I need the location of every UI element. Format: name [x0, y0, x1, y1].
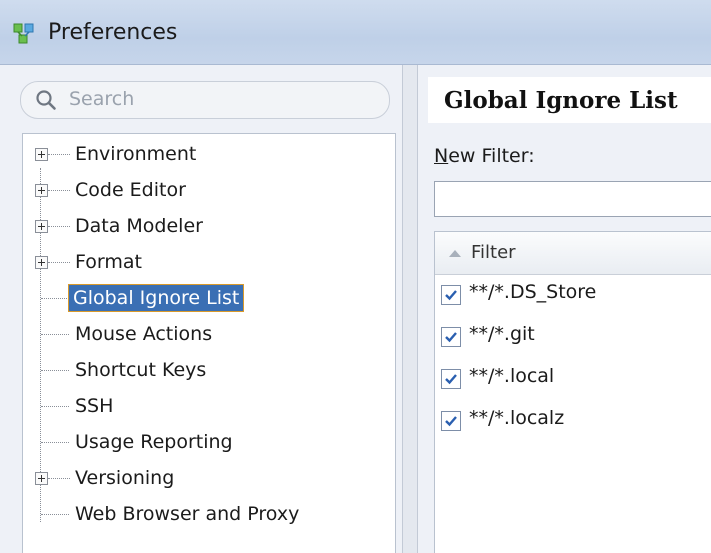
- tree-connector: [48, 478, 70, 479]
- settings-panel: Global Ignore List New Filter: Filter **…: [418, 65, 711, 553]
- search-icon: [35, 89, 57, 111]
- tree-item-code-editor[interactable]: Code Editor: [23, 174, 393, 208]
- tree-item-label: Usage Reporting: [75, 431, 233, 453]
- tree-item-global-ignore-list[interactable]: Global Ignore List: [23, 282, 393, 316]
- tree-connector: [48, 154, 70, 155]
- navigation-panel: Search Environment Code Editor Data Mode…: [0, 65, 402, 553]
- tree-item-data-modeler[interactable]: Data Modeler: [23, 210, 393, 244]
- expand-icon[interactable]: [35, 256, 48, 269]
- filter-pattern: **/*.DS_Store: [469, 281, 597, 303]
- preferences-tree[interactable]: Environment Code Editor Data Modeler For…: [22, 133, 396, 553]
- tree-item-label: Versioning: [75, 467, 175, 489]
- expand-icon[interactable]: [35, 148, 48, 161]
- tree-connector: [48, 226, 70, 227]
- new-filter-label: New Filter:: [434, 145, 535, 167]
- page-title: Global Ignore List: [444, 87, 678, 114]
- tree-item-label: Global Ignore List: [67, 284, 245, 312]
- window-title: Preferences: [48, 20, 178, 45]
- tree-connector: [48, 262, 70, 263]
- tree-item-format[interactable]: Format: [23, 246, 393, 280]
- tree-connector: [41, 406, 69, 407]
- expand-icon[interactable]: [35, 472, 48, 485]
- new-filter-input[interactable]: [434, 181, 711, 217]
- new-filter-mnemonic: N: [434, 145, 449, 167]
- panel-splitter[interactable]: [402, 65, 418, 553]
- tree-item-label: SSH: [75, 395, 114, 417]
- table-row[interactable]: **/*.localz: [435, 402, 711, 442]
- filter-enabled-checkbox[interactable]: [441, 327, 461, 347]
- tree-item-label: Web Browser and Proxy: [75, 503, 300, 525]
- tree-item-label: Environment: [75, 143, 197, 165]
- tree-item-shortcut-keys[interactable]: Shortcut Keys: [23, 354, 393, 388]
- tree-item-label: Mouse Actions: [75, 323, 213, 345]
- tree-connector: [41, 370, 69, 371]
- checkmark-icon: [445, 290, 457, 301]
- tree-item-label: Data Modeler: [75, 215, 203, 237]
- filter-enabled-checkbox[interactable]: [441, 369, 461, 389]
- table-row[interactable]: **/*.local: [435, 360, 711, 400]
- tree-connector: [41, 442, 69, 443]
- preferences-window: Preferences Search Environment Code Edit…: [0, 0, 711, 553]
- expand-icon[interactable]: [35, 220, 48, 233]
- table-row[interactable]: **/*.DS_Store: [435, 276, 711, 316]
- sort-ascending-icon: [449, 250, 461, 257]
- title-bar[interactable]: Preferences: [0, 0, 711, 65]
- filter-pattern: **/*.git: [469, 323, 535, 345]
- expand-icon[interactable]: [35, 184, 48, 197]
- tree-connector: [41, 514, 69, 515]
- preferences-app-icon: [12, 22, 36, 46]
- tree-item-environment[interactable]: Environment: [23, 138, 393, 172]
- new-filter-label-text: ew Filter:: [448, 145, 535, 167]
- column-header-label: Filter: [471, 242, 516, 263]
- table-row[interactable]: **/*.git: [435, 318, 711, 358]
- tree-connector: [48, 190, 70, 191]
- filter-table: Filter **/*.DS_Store **/*.git **/*.local: [434, 231, 711, 553]
- tree-item-label: Code Editor: [75, 179, 186, 201]
- filter-pattern: **/*.local: [469, 365, 555, 387]
- tree-item-web-browser-and-proxy[interactable]: Web Browser and Proxy: [23, 498, 393, 532]
- tree-item-mouse-actions[interactable]: Mouse Actions: [23, 318, 393, 352]
- filter-pattern: **/*.localz: [469, 407, 565, 429]
- filter-enabled-checkbox[interactable]: [441, 411, 461, 431]
- tree-item-label: Shortcut Keys: [75, 359, 207, 381]
- filter-enabled-checkbox[interactable]: [441, 285, 461, 305]
- search-placeholder: Search: [69, 88, 135, 110]
- tree-item-usage-reporting[interactable]: Usage Reporting: [23, 426, 393, 460]
- search-input[interactable]: Search: [20, 81, 390, 119]
- page-header: Global Ignore List: [428, 77, 711, 123]
- tree-item-versioning[interactable]: Versioning: [23, 462, 393, 496]
- checkmark-icon: [445, 332, 457, 343]
- checkmark-icon: [445, 416, 457, 427]
- tree-connector: [41, 298, 67, 299]
- filter-column-header[interactable]: Filter: [435, 232, 711, 275]
- tree-item-ssh[interactable]: SSH: [23, 390, 393, 424]
- tree-item-label: Format: [75, 251, 142, 273]
- checkmark-icon: [445, 374, 457, 385]
- tree-connector: [41, 334, 69, 335]
